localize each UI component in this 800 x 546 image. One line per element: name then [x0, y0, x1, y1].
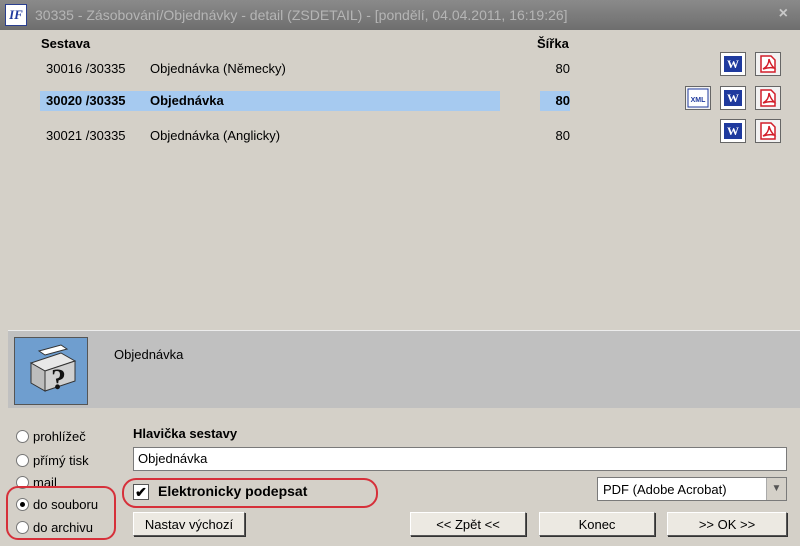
title-bar: IF 30335 - Zásobování/Objednávky - detai…	[0, 0, 800, 30]
set-default-button[interactable]: Nastav výchozí	[133, 512, 245, 536]
report-list: Sestava Šířka 30016 /30335 Objednávka (N…	[0, 30, 800, 324]
report-row[interactable]: 30016 /30335 Objednávka (Německy) 80	[40, 57, 570, 79]
report-name: Objednávka (Německy)	[150, 60, 286, 76]
header-input[interactable]: Objednávka	[133, 447, 787, 471]
end-button[interactable]: Konec	[539, 512, 655, 536]
format-select-value: PDF (Adobe Acrobat)	[603, 482, 727, 497]
radio-label: prohlížeč	[33, 428, 86, 444]
report-number: 30020 /30335	[40, 91, 150, 111]
description-text: Objednávka	[114, 347, 184, 362]
radio-option-viewer[interactable]: prohlížeč	[16, 426, 86, 446]
report-row[interactable]: 30021 /30335 Objednávka (Anglicky) 80	[40, 124, 570, 146]
pdf-icon[interactable]	[755, 119, 781, 143]
report-width: 80	[540, 91, 570, 111]
back-button[interactable]: << Zpět <<	[410, 512, 526, 536]
highlight-annotation	[6, 486, 116, 540]
chevron-down-icon[interactable]: ▼	[766, 478, 786, 500]
highlight-annotation	[122, 478, 378, 508]
radio-label: přímý tisk	[33, 452, 89, 468]
printer-question-icon: ?	[14, 337, 88, 405]
word-icon[interactable]: W	[720, 52, 746, 76]
app-icon: IF	[5, 4, 27, 26]
xml-icon[interactable]: XML	[685, 86, 711, 110]
column-header-width: Šířka	[537, 36, 569, 51]
word-icon[interactable]: W	[720, 86, 746, 110]
report-name: Objednávka	[150, 91, 500, 111]
column-header-report: Sestava	[41, 36, 91, 51]
format-select[interactable]: PDF (Adobe Acrobat) ▼	[597, 477, 787, 501]
report-name: Objednávka (Anglicky)	[150, 127, 281, 143]
pdf-icon[interactable]	[755, 86, 781, 110]
radio-indicator[interactable]	[16, 453, 29, 467]
close-button[interactable]: ×	[779, 5, 788, 23]
radio-option-direct-print[interactable]: přímý tisk	[16, 450, 89, 470]
report-number: 30016 /30335	[46, 60, 126, 76]
report-row-selected[interactable]: 30020 /30335 Objednávka 80	[40, 90, 570, 112]
radio-indicator[interactable]	[16, 429, 29, 443]
window-title: 30335 - Zásobování/Objednávky - detail (…	[35, 7, 568, 23]
report-number: 30021 /30335	[46, 127, 126, 143]
header-section-title: Hlavička sestavy	[133, 426, 238, 441]
svg-text:?: ?	[51, 363, 66, 396]
report-width: 80	[555, 127, 570, 143]
ok-button[interactable]: >> OK >>	[667, 512, 787, 536]
description-panel: ? Objednávka	[8, 330, 800, 408]
pdf-icon[interactable]	[755, 52, 781, 76]
word-icon[interactable]: W	[720, 119, 746, 143]
svg-text:XML: XML	[691, 97, 707, 104]
report-width: 80	[555, 60, 570, 76]
